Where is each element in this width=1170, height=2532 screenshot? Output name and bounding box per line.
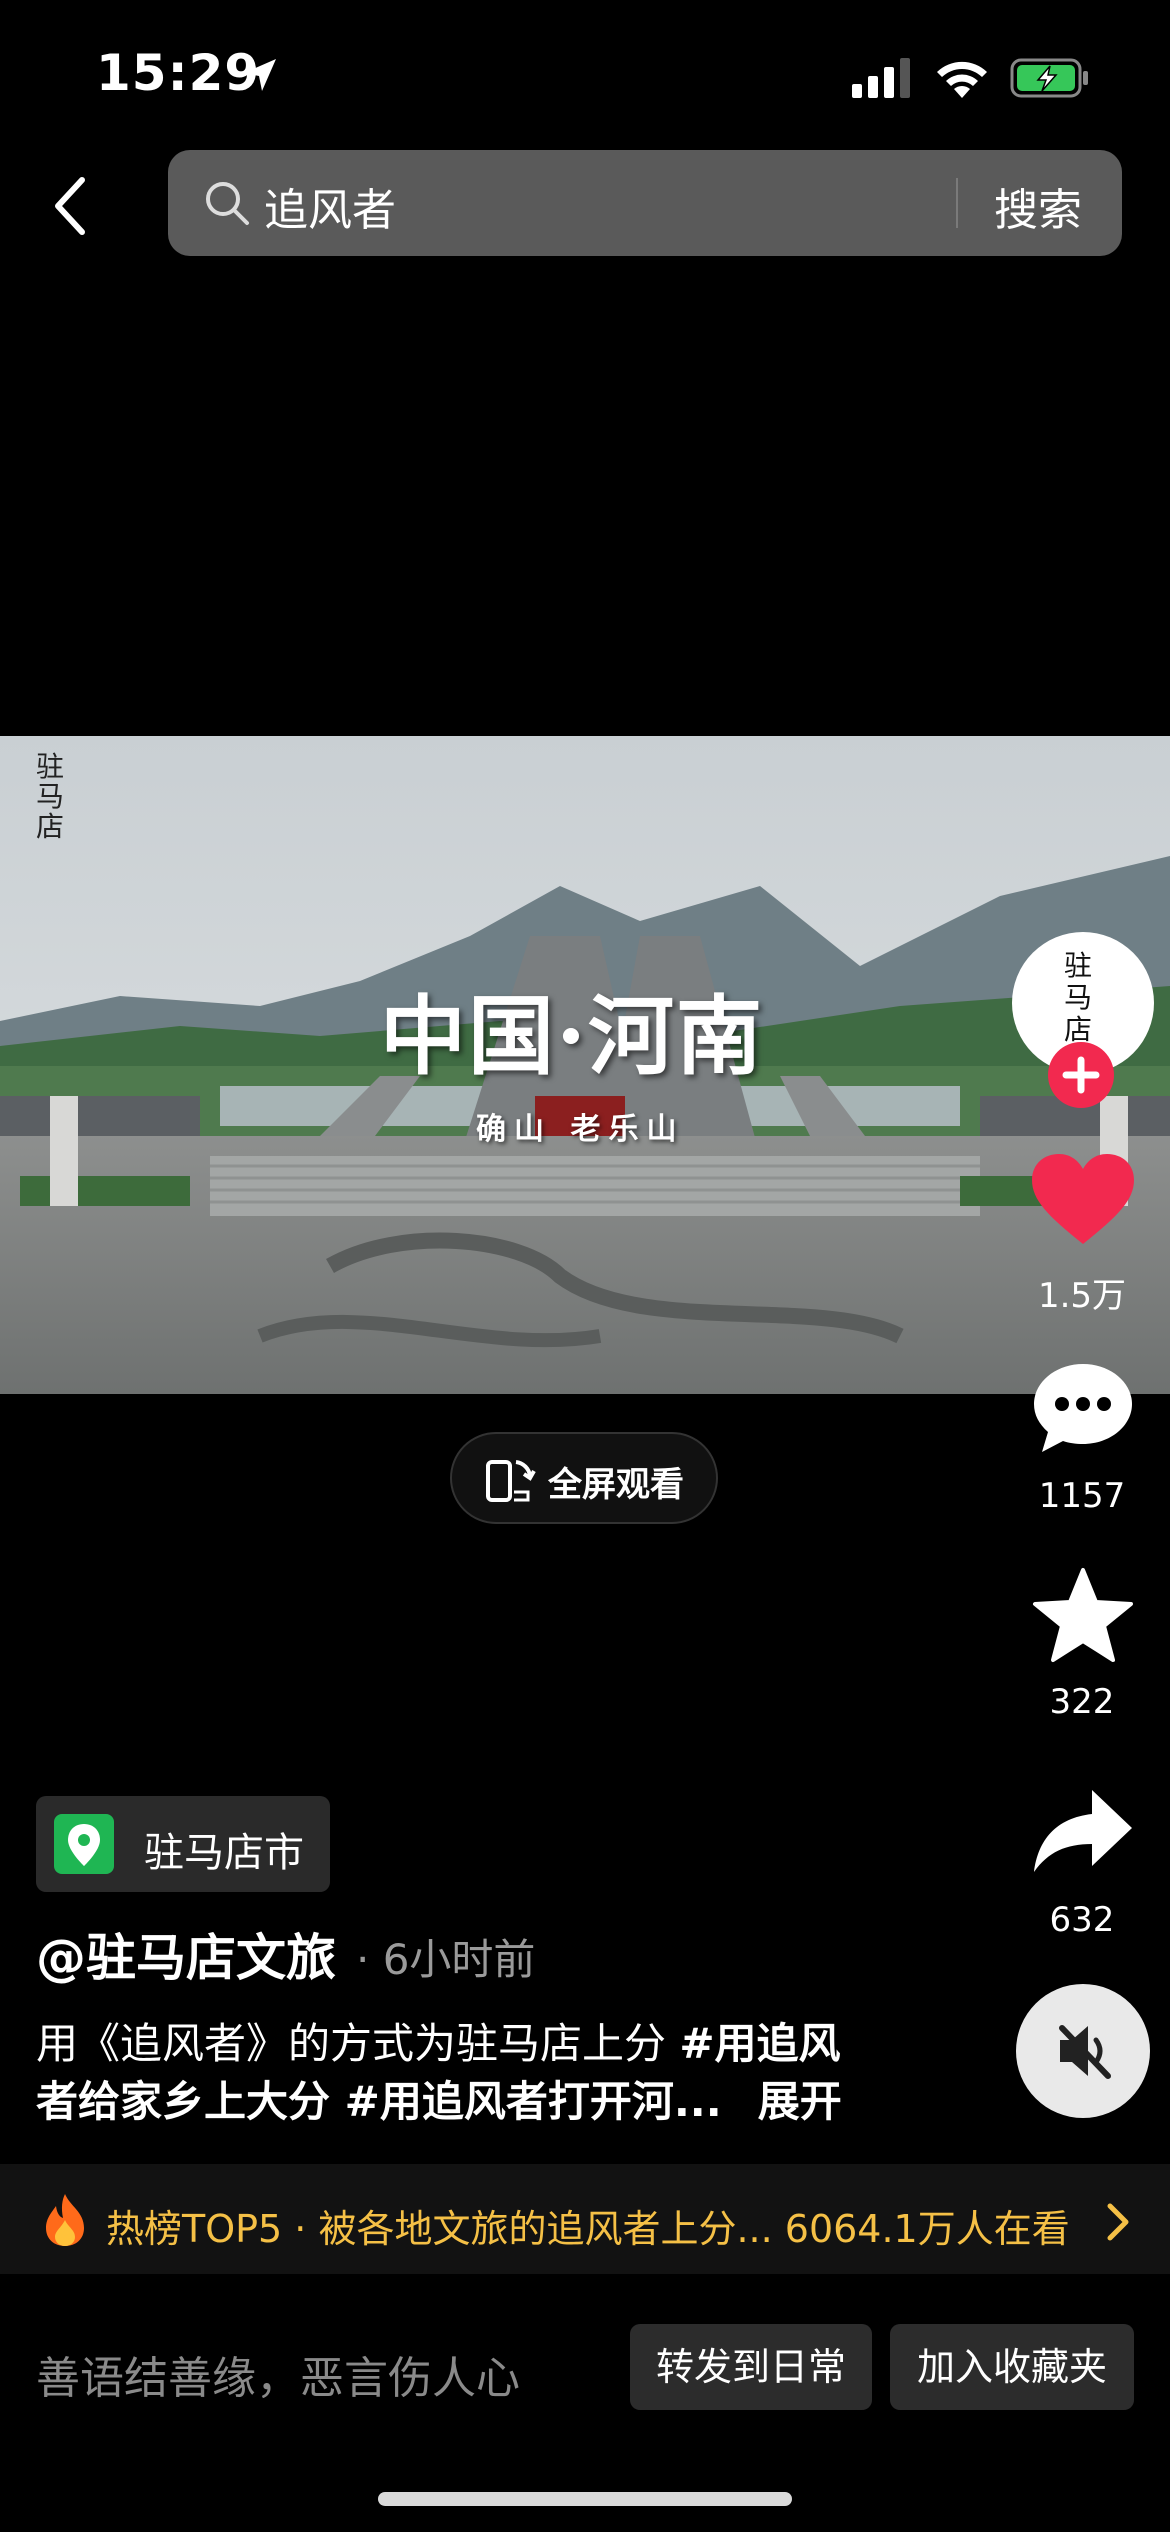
share-icon[interactable] — [1028, 1784, 1138, 1884]
expand-button[interactable]: 展开 — [758, 2077, 842, 2126]
search-input[interactable]: 追风者 — [264, 174, 396, 238]
comment-count: 1157 — [1038, 1476, 1126, 1516]
wifi-icon — [937, 61, 987, 98]
flame-icon — [46, 2194, 84, 2246]
plus-icon — [1062, 1056, 1100, 1094]
post-description-line1: 用《追风者》的方式为驻马店上分 #用追风 — [36, 2010, 841, 2071]
location-arrow-icon — [244, 59, 276, 91]
video-watermark: 驻马店 — [36, 750, 65, 843]
home-indicator — [378, 2492, 792, 2506]
search-divider — [956, 178, 958, 228]
search-icon — [206, 182, 249, 225]
description-text: 用《追风者》的方式为驻马店上分 — [36, 2019, 680, 2068]
post-description-line2: 者给家乡上大分 #用追风者打开河... 展开 — [36, 2068, 842, 2129]
mute-button[interactable] — [1016, 1984, 1150, 2118]
location-pin-icon — [54, 1814, 114, 1874]
rotate-phone-icon — [486, 1460, 536, 1502]
battery-charging-icon — [1010, 58, 1088, 98]
heart-icon[interactable] — [1028, 1150, 1138, 1250]
like-count: 1.5万 — [1037, 1276, 1127, 1316]
author-name[interactable]: @驻马店文旅 — [36, 1918, 336, 1990]
star-icon[interactable] — [1028, 1566, 1138, 1666]
share-count: 632 — [1049, 1900, 1115, 1940]
comment-icon[interactable] — [1028, 1358, 1138, 1458]
hashtag[interactable]: 者给家乡上大分 #用追风者打开河... — [36, 2077, 722, 2126]
avatar-logo-text: 驻马店 — [1063, 949, 1092, 1046]
location-label: 驻马店市 — [144, 1830, 304, 1876]
favorite-count: 322 — [1049, 1682, 1115, 1722]
speaker-muted-icon — [1059, 2025, 1111, 2079]
video-overlay-subtitle: 确山 老乐山 — [476, 1112, 685, 1147]
signal-icon — [852, 58, 910, 98]
post-time: · 6小时前 — [356, 1935, 536, 1984]
status-time: 15:29 — [96, 44, 261, 102]
hashtag[interactable]: #用追风 — [679, 2019, 840, 2068]
hot-ranking-text: 热榜TOP5 · 被各地文旅的追风者上分... 6064.1万人在看 — [106, 2207, 1070, 2251]
search-button[interactable]: 搜索 — [994, 174, 1082, 238]
add-to-favorites-button[interactable]: 加入收藏夹 — [890, 2324, 1134, 2410]
follow-button[interactable] — [1048, 1042, 1114, 1108]
video-overlay-title: 中国·河南 — [380, 986, 764, 1087]
comment-placeholder[interactable]: 善语结善缘，恶言伤人心 — [36, 2342, 520, 2406]
fullscreen-label: 全屏观看 — [548, 1465, 684, 1505]
share-to-daily-button[interactable]: 转发到日常 — [630, 2324, 872, 2410]
back-icon[interactable] — [48, 174, 92, 238]
chevron-right-icon — [1107, 2203, 1129, 2241]
